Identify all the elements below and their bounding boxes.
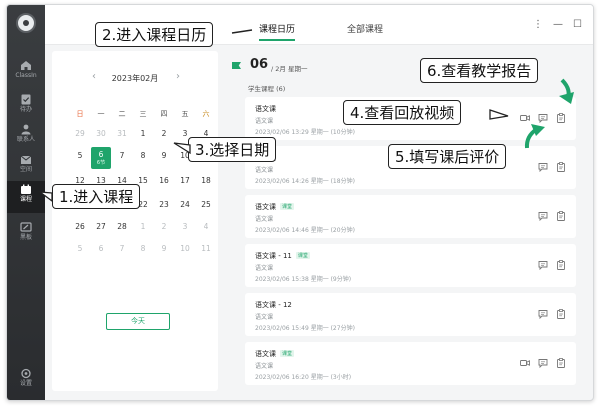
arrow-pointer [489, 109, 509, 120]
arrow-pointer [37, 191, 53, 203]
annotation-arrows [37, 29, 574, 203]
arrow-pointer [173, 142, 191, 155]
arrow-pointer [231, 29, 253, 34]
arrow-pointer [559, 92, 574, 104]
